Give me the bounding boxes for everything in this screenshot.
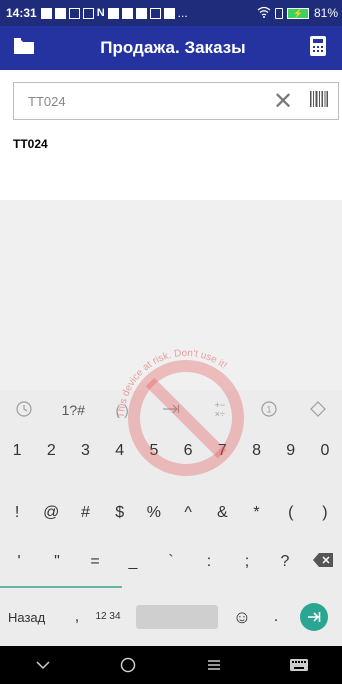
key[interactable]: 4 bbox=[103, 442, 137, 460]
key[interactable]: * bbox=[239, 504, 273, 522]
key[interactable]: ' bbox=[0, 553, 38, 571]
notification-icon bbox=[107, 7, 119, 19]
calculator-icon bbox=[310, 35, 326, 61]
status-indicators: ⚡ 81% bbox=[257, 6, 338, 21]
app-bar: Продажа. Заказы bbox=[0, 26, 342, 70]
notification-icon bbox=[135, 7, 147, 19]
more-notifications: ... bbox=[177, 6, 188, 20]
key[interactable]: $ bbox=[103, 504, 137, 522]
keyboard-row-bottom: Назад , 12 34 ☺ . bbox=[0, 594, 342, 640]
printer-icon bbox=[163, 7, 175, 19]
key[interactable]: 1 bbox=[0, 442, 34, 460]
key[interactable]: ! bbox=[0, 504, 34, 522]
key[interactable]: 9 bbox=[274, 442, 308, 460]
key[interactable]: @ bbox=[34, 504, 68, 522]
image-icon bbox=[54, 7, 66, 19]
key[interactable]: 7 bbox=[205, 442, 239, 460]
keyboard-icon bbox=[290, 659, 309, 671]
notification-icons: N ... bbox=[40, 6, 188, 20]
chevron-down-icon bbox=[36, 661, 50, 670]
back-nav-button[interactable] bbox=[0, 660, 86, 670]
key[interactable]: 0 bbox=[308, 442, 342, 460]
home-circle-icon bbox=[121, 657, 136, 673]
key[interactable]: ` bbox=[152, 553, 190, 571]
page-title: Продажа. Заказы bbox=[100, 38, 246, 57]
list-empty-area bbox=[0, 200, 342, 390]
wifi-icon bbox=[257, 6, 271, 21]
system-nav-bar bbox=[0, 646, 342, 684]
calculator-button[interactable] bbox=[294, 26, 342, 70]
keyboard-switch-button[interactable] bbox=[257, 659, 342, 671]
tab-arrow-icon[interactable] bbox=[147, 402, 196, 418]
mail-icon bbox=[68, 7, 80, 19]
key[interactable]: & bbox=[205, 504, 239, 522]
key[interactable]: ( bbox=[274, 504, 308, 522]
sim-icon bbox=[274, 7, 283, 19]
barcode-scan-button[interactable] bbox=[300, 90, 338, 112]
key[interactable]: ? bbox=[266, 553, 304, 571]
battery-icon: ⚡ bbox=[286, 7, 309, 19]
backspace-icon bbox=[313, 552, 333, 567]
clear-button[interactable]: ✕ bbox=[266, 87, 300, 116]
recents-nav-button[interactable] bbox=[171, 659, 257, 671]
barcode-icon bbox=[310, 90, 328, 112]
math-key[interactable]: +− ×÷ bbox=[195, 401, 244, 419]
folder-icon bbox=[13, 37, 35, 60]
battery-percent: 81% bbox=[313, 6, 338, 20]
key[interactable]: _ bbox=[114, 553, 152, 571]
keyboard-toolbar: 1?# ( ) +− ×÷ 1 bbox=[0, 390, 342, 430]
keyboard-page-indicator bbox=[0, 586, 122, 588]
symbols-key[interactable]: 1?# bbox=[49, 402, 98, 418]
dot-key[interactable]: . bbox=[260, 608, 292, 626]
key[interactable]: % bbox=[137, 504, 171, 522]
backspace-key[interactable] bbox=[304, 552, 342, 572]
status-bar: 14:31 N ... ⚡ 81% bbox=[0, 0, 342, 26]
comma-key[interactable]: , bbox=[68, 608, 86, 626]
key[interactable]: 3 bbox=[68, 442, 102, 460]
printer-icon bbox=[121, 7, 133, 19]
notification-icon bbox=[40, 7, 52, 19]
menu-icon bbox=[207, 660, 220, 670]
keyboard-row-numbers: 1 2 3 4 5 6 7 8 9 0 bbox=[0, 430, 342, 472]
key[interactable]: # bbox=[68, 504, 102, 522]
keyboard-row-punctuation: ' " = _ ` : ; ? bbox=[0, 542, 342, 582]
key[interactable]: = bbox=[76, 553, 114, 571]
parens-key[interactable]: ( ) bbox=[98, 402, 147, 418]
svg-text:1: 1 bbox=[266, 404, 271, 414]
back-key[interactable]: Назад bbox=[0, 610, 68, 625]
key[interactable]: 8 bbox=[239, 442, 273, 460]
space-key[interactable] bbox=[136, 605, 218, 629]
search-box: ✕ bbox=[13, 82, 339, 120]
home-nav-button[interactable] bbox=[86, 657, 172, 673]
key[interactable]: 5 bbox=[137, 442, 171, 460]
key[interactable]: 6 bbox=[171, 442, 205, 460]
key[interactable]: : bbox=[190, 553, 228, 571]
on-screen-keyboard: 1?# ( ) +− ×÷ 1 1 2 3 4 5 6 7 8 9 0 ! @ … bbox=[0, 390, 342, 646]
n-icon: N bbox=[96, 7, 105, 19]
diamond-icon[interactable] bbox=[293, 400, 342, 420]
emoji-icon[interactable]: ☺ bbox=[224, 607, 260, 628]
enter-icon bbox=[308, 612, 321, 622]
search-input[interactable] bbox=[14, 92, 266, 110]
search-result-item[interactable]: ТТ024 bbox=[13, 137, 48, 151]
numbers-key[interactable]: 12 34 bbox=[86, 612, 130, 622]
message-icon bbox=[82, 7, 94, 19]
key[interactable]: " bbox=[38, 553, 76, 571]
key[interactable]: 2 bbox=[34, 442, 68, 460]
key[interactable]: ) bbox=[308, 504, 342, 522]
clock-icon[interactable] bbox=[0, 400, 49, 420]
keyboard-row-symbols: ! @ # $ % ^ & * ( ) bbox=[0, 492, 342, 534]
folder-button[interactable] bbox=[0, 26, 48, 70]
one-hand-icon[interactable]: 1 bbox=[244, 400, 293, 420]
card-icon bbox=[149, 7, 161, 19]
key[interactable]: ^ bbox=[171, 504, 205, 522]
enter-key[interactable] bbox=[300, 603, 328, 631]
key[interactable]: ; bbox=[228, 553, 266, 571]
status-time: 14:31 bbox=[6, 6, 37, 20]
close-icon: ✕ bbox=[272, 87, 294, 115]
